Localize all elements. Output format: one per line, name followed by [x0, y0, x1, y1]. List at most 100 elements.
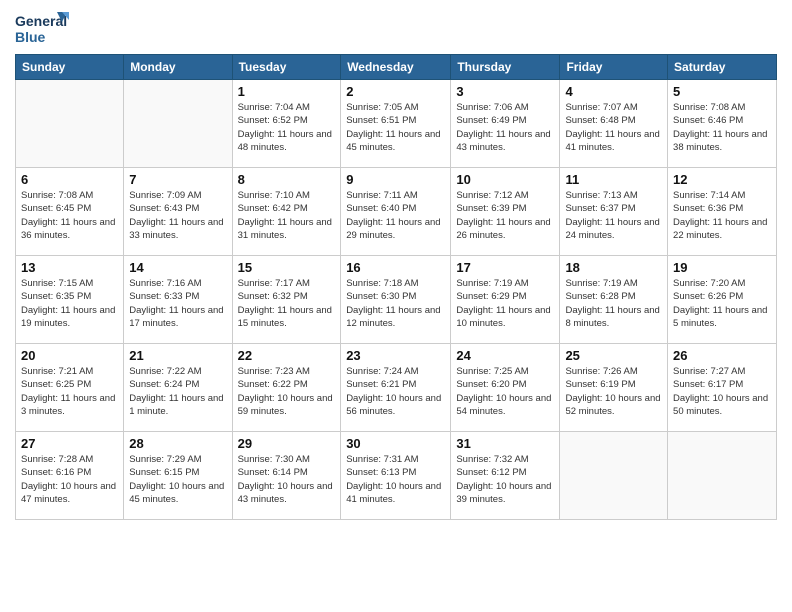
- day-cell-27: 27Sunrise: 7:28 AMSunset: 6:16 PMDayligh…: [16, 432, 124, 520]
- day-cell-1: 1Sunrise: 7:04 AMSunset: 6:52 PMDaylight…: [232, 80, 341, 168]
- day-cell-3: 3 Sunrise: 7:06 AMSunset: 6:49 PMDaylight…: [451, 80, 560, 168]
- day-number: 16: [346, 260, 445, 275]
- day-number: 23: [346, 348, 445, 363]
- day-cell-15: 15 Sunrise: 7:17 AMSunset: 6:32 PMDayligh…: [232, 256, 341, 344]
- day-cell-2: 2 Sunrise: 7:05 AMSunset: 6:51 PMDaylight…: [341, 80, 451, 168]
- day-cell-17: 17Sunrise: 7:19 AMSunset: 6:29 PMDayligh…: [451, 256, 560, 344]
- day-info: Sunrise: 7:06 AMSunset: 6:49 PMDaylight:…: [456, 101, 554, 154]
- calendar-header: SundayMondayTuesdayWednesdayThursdayFrid…: [16, 55, 777, 80]
- page: GeneralBlue SundayMondayTuesdayWednesday…: [0, 0, 792, 612]
- day-info: Sunrise: 7:17 AMSunset: 6:32 PMDaylight:…: [238, 277, 336, 330]
- header-row: SundayMondayTuesdayWednesdayThursdayFrid…: [16, 55, 777, 80]
- day-info: Sunrise: 7:10 AMSunset: 6:42 PMDaylight:…: [238, 189, 336, 242]
- day-number: 26: [673, 348, 771, 363]
- day-number: 4: [565, 84, 662, 99]
- day-cell-29: 29Sunrise: 7:30 AMSunset: 6:14 PMDayligh…: [232, 432, 341, 520]
- header: GeneralBlue: [15, 10, 777, 46]
- day-number: 11: [565, 172, 662, 187]
- day-info: Sunrise: 7:30 AMSunset: 6:14 PMDaylight:…: [238, 453, 336, 506]
- header-sunday: Sunday: [16, 55, 124, 80]
- day-cell-14: 14 Sunrise: 7:16 AMSunset: 6:33 PMDayligh…: [124, 256, 232, 344]
- day-info: Sunrise: 7:20 AMSunset: 6:26 PMDaylight:…: [673, 277, 771, 330]
- day-number: 5: [673, 84, 771, 99]
- empty-cell: [668, 432, 777, 520]
- day-number: 28: [129, 436, 226, 451]
- day-number: 14: [129, 260, 226, 275]
- day-info: Sunrise: 7:13 AMSunset: 6:37 PMDaylight:…: [565, 189, 662, 242]
- empty-cell: [560, 432, 668, 520]
- day-info: Sunrise: 7:23 AMSunset: 6:22 PMDaylight:…: [238, 365, 336, 418]
- day-cell-16: 16 Sunrise: 7:18 AMSunset: 6:30 PMDayligh…: [341, 256, 451, 344]
- day-cell-20: 20 Sunrise: 7:21 AMSunset: 6:25 PMDayligh…: [16, 344, 124, 432]
- day-number: 31: [456, 436, 554, 451]
- day-cell-5: 5Sunrise: 7:08 AMSunset: 6:46 PMDaylight…: [668, 80, 777, 168]
- logo: GeneralBlue: [15, 10, 70, 46]
- day-cell-30: 30Sunrise: 7:31 AMSunset: 6:13 PMDayligh…: [341, 432, 451, 520]
- day-cell-25: 25 Sunrise: 7:26 AMSunset: 6:19 PMDayligh…: [560, 344, 668, 432]
- day-cell-28: 28 Sunrise: 7:29 AMSunset: 6:15 PMDayligh…: [124, 432, 232, 520]
- day-info: Sunrise: 7:32 AMSunset: 6:12 PMDaylight:…: [456, 453, 554, 506]
- empty-cell: [16, 80, 124, 168]
- day-info: Sunrise: 7:08 AMSunset: 6:45 PMDaylight:…: [21, 189, 118, 242]
- day-cell-8: 8 Sunrise: 7:10 AMSunset: 6:42 PMDaylight…: [232, 168, 341, 256]
- day-info: Sunrise: 7:07 AMSunset: 6:48 PMDaylight:…: [565, 101, 662, 154]
- day-number: 2: [346, 84, 445, 99]
- day-number: 15: [238, 260, 336, 275]
- day-number: 17: [456, 260, 554, 275]
- header-monday: Monday: [124, 55, 232, 80]
- day-cell-24: 24 Sunrise: 7:25 AMSunset: 6:20 PMDayligh…: [451, 344, 560, 432]
- day-number: 24: [456, 348, 554, 363]
- day-info: Sunrise: 7:22 AMSunset: 6:24 PMDaylight:…: [129, 365, 226, 418]
- day-cell-26: 26 Sunrise: 7:27 AMSunset: 6:17 PMDayligh…: [668, 344, 777, 432]
- day-info: Sunrise: 7:15 AMSunset: 6:35 PMDaylight:…: [21, 277, 118, 330]
- day-number: 21: [129, 348, 226, 363]
- day-info: Sunrise: 7:26 AMSunset: 6:19 PMDaylight:…: [565, 365, 662, 418]
- day-info: Sunrise: 7:18 AMSunset: 6:30 PMDaylight:…: [346, 277, 445, 330]
- day-number: 30: [346, 436, 445, 451]
- day-number: 12: [673, 172, 771, 187]
- day-cell-11: 11 Sunrise: 7:13 AMSunset: 6:37 PMDayligh…: [560, 168, 668, 256]
- day-number: 1: [238, 84, 336, 99]
- day-cell-10: 10Sunrise: 7:12 AMSunset: 6:39 PMDayligh…: [451, 168, 560, 256]
- calendar-body: 1Sunrise: 7:04 AMSunset: 6:52 PMDaylight…: [16, 80, 777, 520]
- day-number: 20: [21, 348, 118, 363]
- day-cell-9: 9 Sunrise: 7:11 AMSunset: 6:40 PMDaylight…: [341, 168, 451, 256]
- day-cell-19: 19 Sunrise: 7:20 AMSunset: 6:26 PMDayligh…: [668, 256, 777, 344]
- day-info: Sunrise: 7:12 AMSunset: 6:39 PMDaylight:…: [456, 189, 554, 242]
- header-saturday: Saturday: [668, 55, 777, 80]
- day-info: Sunrise: 7:29 AMSunset: 6:15 PMDaylight:…: [129, 453, 226, 506]
- day-number: 3: [456, 84, 554, 99]
- day-number: 25: [565, 348, 662, 363]
- svg-text:Blue: Blue: [15, 29, 46, 45]
- week-row-1: 1Sunrise: 7:04 AMSunset: 6:52 PMDaylight…: [16, 80, 777, 168]
- day-number: 7: [129, 172, 226, 187]
- header-tuesday: Tuesday: [232, 55, 341, 80]
- day-info: Sunrise: 7:05 AMSunset: 6:51 PMDaylight:…: [346, 101, 445, 154]
- day-cell-13: 13Sunrise: 7:15 AMSunset: 6:35 PMDayligh…: [16, 256, 124, 344]
- day-info: Sunrise: 7:11 AMSunset: 6:40 PMDaylight:…: [346, 189, 445, 242]
- day-info: Sunrise: 7:27 AMSunset: 6:17 PMDaylight:…: [673, 365, 771, 418]
- week-row-3: 13Sunrise: 7:15 AMSunset: 6:35 PMDayligh…: [16, 256, 777, 344]
- day-number: 19: [673, 260, 771, 275]
- day-info: Sunrise: 7:16 AMSunset: 6:33 PMDaylight:…: [129, 277, 226, 330]
- day-info: Sunrise: 7:25 AMSunset: 6:20 PMDaylight:…: [456, 365, 554, 418]
- empty-cell: [124, 80, 232, 168]
- day-number: 8: [238, 172, 336, 187]
- day-cell-22: 22Sunrise: 7:23 AMSunset: 6:22 PMDayligh…: [232, 344, 341, 432]
- week-row-2: 6Sunrise: 7:08 AMSunset: 6:45 PMDaylight…: [16, 168, 777, 256]
- day-cell-23: 23Sunrise: 7:24 AMSunset: 6:21 PMDayligh…: [341, 344, 451, 432]
- day-cell-6: 6Sunrise: 7:08 AMSunset: 6:45 PMDaylight…: [16, 168, 124, 256]
- header-wednesday: Wednesday: [341, 55, 451, 80]
- day-info: Sunrise: 7:14 AMSunset: 6:36 PMDaylight:…: [673, 189, 771, 242]
- header-thursday: Thursday: [451, 55, 560, 80]
- day-cell-31: 31 Sunrise: 7:32 AMSunset: 6:12 PMDayligh…: [451, 432, 560, 520]
- day-number: 27: [21, 436, 118, 451]
- day-info: Sunrise: 7:09 AMSunset: 6:43 PMDaylight:…: [129, 189, 226, 242]
- calendar-table: SundayMondayTuesdayWednesdayThursdayFrid…: [15, 54, 777, 520]
- day-number: 9: [346, 172, 445, 187]
- header-friday: Friday: [560, 55, 668, 80]
- day-info: Sunrise: 7:21 AMSunset: 6:25 PMDaylight:…: [21, 365, 118, 418]
- day-number: 18: [565, 260, 662, 275]
- day-cell-4: 4 Sunrise: 7:07 AMSunset: 6:48 PMDaylight…: [560, 80, 668, 168]
- week-row-5: 27Sunrise: 7:28 AMSunset: 6:16 PMDayligh…: [16, 432, 777, 520]
